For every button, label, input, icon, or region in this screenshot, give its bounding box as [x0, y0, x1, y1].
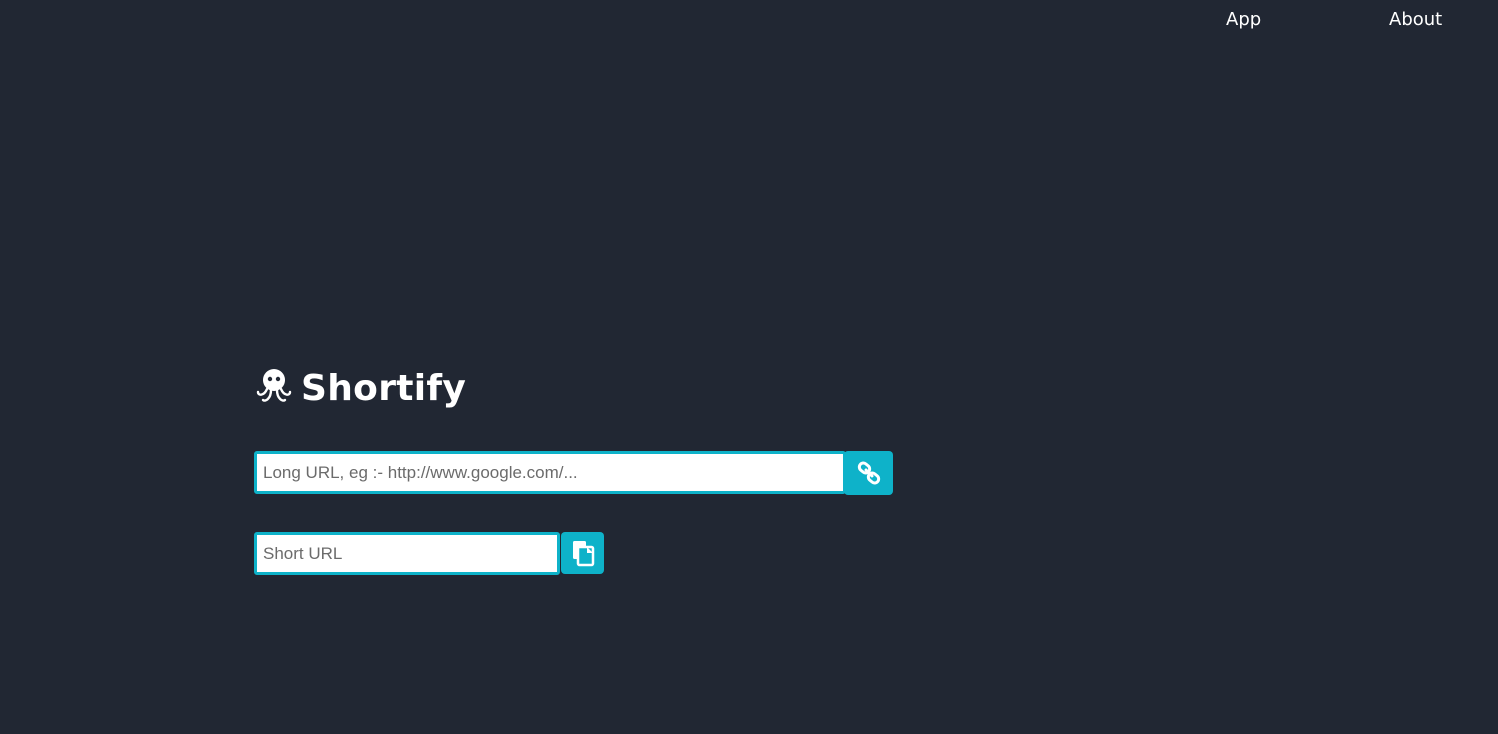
short-url-output[interactable] — [254, 532, 560, 575]
link-icon — [856, 460, 882, 486]
page: App About Shortify — [0, 0, 1498, 734]
long-url-input[interactable] — [254, 451, 846, 494]
copy-button[interactable] — [561, 532, 604, 574]
brand-name: Shortify — [301, 367, 467, 409]
long-url-row — [254, 451, 893, 495]
octopus-icon — [255, 366, 293, 410]
top-nav: App About — [0, 0, 1498, 44]
nav-link-app[interactable]: App — [1226, 9, 1261, 30]
brand: Shortify — [255, 362, 466, 414]
copy-icon — [570, 539, 596, 567]
short-url-row — [254, 532, 604, 575]
nav-link-about[interactable]: About — [1389, 9, 1442, 30]
shorten-button[interactable] — [844, 451, 893, 495]
